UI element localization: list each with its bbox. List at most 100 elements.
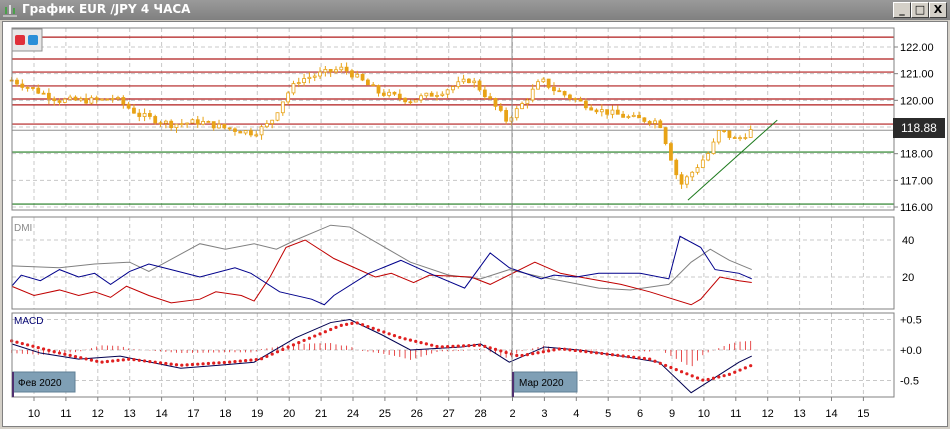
signal-dot: [57, 351, 62, 355]
date-tick-label: 13: [793, 408, 805, 420]
candle-body: [732, 137, 737, 139]
signal-dot: [270, 352, 274, 356]
date-tick-label: 5: [605, 408, 611, 420]
signal-dot: [584, 350, 588, 354]
blue-toggle-button[interactable]: [28, 35, 38, 45]
date-tick-label: 28: [474, 408, 486, 420]
signal-dot: [536, 351, 540, 355]
candle-body: [328, 68, 333, 73]
signal-dot: [568, 348, 572, 352]
candle-body: [408, 101, 413, 104]
candle-body: [583, 100, 588, 109]
date-tick-label: 11: [60, 408, 71, 420]
candle-body: [350, 70, 354, 78]
candle-body: [280, 101, 285, 114]
date-tick-label: 18: [219, 408, 231, 420]
candle-body: [264, 123, 269, 128]
candle-body: [552, 86, 556, 92]
candle-body: [334, 69, 338, 73]
signal-dot: [493, 347, 498, 351]
signal-dot: [600, 351, 604, 356]
date-tick-label: 11: [730, 408, 741, 420]
candle-body: [15, 79, 19, 85]
signal-dot: [435, 344, 439, 349]
candle-body: [488, 96, 493, 99]
macd-label: MACD: [14, 316, 43, 327]
signal-dot: [323, 330, 327, 334]
candle-body: [291, 83, 296, 94]
signal-dot: [456, 344, 460, 348]
signal-dot: [621, 354, 625, 358]
candle-body: [121, 97, 126, 105]
candle-body: [472, 80, 477, 84]
candle-body: [403, 97, 408, 103]
candle-body: [498, 105, 503, 111]
signal-dot: [233, 359, 237, 364]
signal-dot: [318, 332, 322, 336]
macd-tick-label: +0.5: [900, 315, 922, 327]
signal-dot: [222, 360, 226, 365]
signal-dot: [610, 353, 615, 357]
candle-body: [748, 129, 753, 138]
indicator-toggle-buttons: [11, 28, 43, 52]
signal-dot: [594, 351, 599, 355]
candle-body: [456, 81, 461, 88]
candle-body: [690, 171, 695, 178]
signal-dot: [84, 357, 88, 361]
red-toggle-button[interactable]: [15, 35, 25, 45]
signal-dot: [31, 344, 35, 348]
signal-dot: [749, 364, 753, 368]
signal-dot: [95, 359, 99, 363]
signal-dot: [488, 346, 492, 350]
signal-dot: [467, 344, 471, 348]
signal-dot: [695, 376, 700, 380]
signal-dot: [685, 372, 689, 376]
dmi-tick-label: 20: [902, 272, 914, 284]
candle-body: [227, 127, 232, 130]
signal-dot: [642, 356, 646, 361]
candle-body: [435, 95, 439, 97]
date-tick-label: 14: [155, 408, 167, 420]
candle-body: [700, 159, 705, 168]
signal-dot: [190, 362, 195, 367]
signal-dot: [573, 348, 577, 353]
signal-dot: [89, 358, 94, 362]
candle-body: [52, 98, 57, 102]
date-tick-label: 13: [124, 408, 136, 420]
date-tick-label: 17: [187, 408, 199, 420]
candle-body: [679, 174, 684, 185]
candle-body: [153, 116, 158, 124]
date-tick-label: 10: [28, 408, 40, 420]
signal-dot: [701, 378, 705, 382]
candle-body: [302, 78, 306, 84]
signal-dot: [637, 356, 641, 360]
candle-body: [621, 113, 625, 118]
candle-body: [41, 92, 46, 95]
signal-dot: [52, 350, 56, 354]
date-tick-label: 6: [637, 408, 643, 420]
signal-dot: [355, 321, 359, 325]
macd-panel: [11, 312, 895, 398]
candle-body: [631, 114, 636, 117]
chart-canvas[interactable]: DMI MACD 122.00121.00120.00119.00118.001…: [0, 0, 950, 429]
candle-body: [514, 108, 519, 119]
candle-body: [169, 120, 174, 129]
candle-body: [647, 121, 652, 124]
date-tick-label: 12: [762, 408, 774, 420]
signal-dot: [515, 353, 519, 358]
candle-body: [46, 92, 51, 100]
candle-body: [482, 89, 487, 98]
candle-body: [594, 109, 599, 113]
signal-dot: [371, 326, 375, 330]
price-tick-label: 122.00: [900, 42, 934, 54]
signal-dot: [291, 343, 296, 347]
signal-dot: [142, 359, 147, 363]
candle-body: [233, 128, 237, 132]
candle-body: [344, 66, 349, 72]
candle-body: [376, 85, 381, 94]
svg-text:Фев 2020: Фев 2020: [18, 378, 62, 389]
signal-dot: [148, 359, 152, 364]
price-tick-label: 117.00: [900, 175, 933, 187]
signal-dot: [286, 345, 290, 349]
signal-dot: [20, 341, 24, 346]
